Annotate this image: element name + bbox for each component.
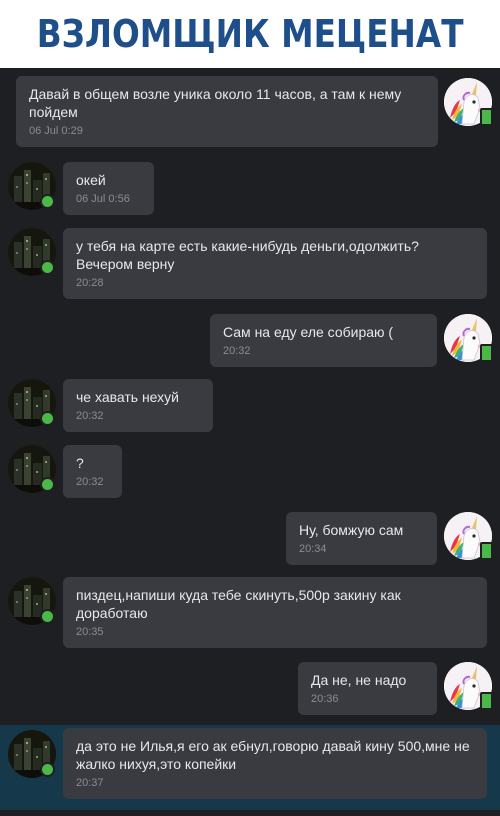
message-timestamp: 20:35 bbox=[76, 626, 104, 638]
mobile-online-icon bbox=[480, 692, 493, 710]
message-bubble[interactable]: че хавать нехуй 20:32 bbox=[63, 379, 213, 432]
message-text: Сам на еду еле собираю ( bbox=[223, 324, 394, 340]
online-status-dot-icon bbox=[40, 194, 55, 209]
message-text: да это не Илья,я его ак ебнул,говорю дав… bbox=[76, 738, 470, 772]
message-text: пиздец,напиши куда тебе скинуть,500р зак… bbox=[76, 587, 401, 621]
chat-area[interactable]: Давай в общем возле уника около 11 часов… bbox=[0, 68, 500, 816]
message-bubble[interactable]: Ну, бомжую сам 20:34 bbox=[286, 512, 437, 565]
message-text: Да не, не надо bbox=[311, 672, 407, 688]
dark-city-avatar[interactable] bbox=[8, 730, 56, 778]
dark-city-avatar[interactable] bbox=[8, 445, 56, 493]
message-timestamp: 20:36 bbox=[311, 693, 339, 705]
meme-header: ВЗЛОМЩИК МЕЦЕНАТ bbox=[0, 0, 500, 68]
mobile-online-icon bbox=[480, 542, 493, 560]
message-timestamp: 06 Jul 0:56 bbox=[76, 193, 130, 205]
mobile-online-icon bbox=[480, 344, 493, 362]
message-timestamp: 06 Jul 0:29 bbox=[29, 125, 83, 137]
message-bubble[interactable]: ? 20:32 bbox=[63, 445, 122, 498]
online-status-dot-icon bbox=[40, 477, 55, 492]
dark-city-avatar[interactable] bbox=[8, 228, 56, 276]
message-text: ? bbox=[76, 455, 84, 471]
chat-bottom-edge bbox=[0, 810, 500, 816]
message-timestamp: 20:32 bbox=[223, 345, 251, 357]
meme-title: ВЗЛОМЩИК МЕЦЕНАТ bbox=[36, 12, 464, 56]
dark-city-avatar[interactable] bbox=[8, 379, 56, 427]
message-bubble[interactable]: Давай в общем возле уника около 11 часов… bbox=[16, 76, 438, 147]
message-timestamp: 20:34 bbox=[299, 543, 327, 555]
online-status-dot-icon bbox=[40, 609, 55, 624]
message-text: Ну, бомжую сам bbox=[299, 522, 404, 538]
message-text: окей bbox=[76, 172, 106, 188]
message-bubble[interactable]: да это не Илья,я его ак ебнул,говорю дав… bbox=[63, 728, 487, 799]
online-status-dot-icon bbox=[40, 762, 55, 777]
message-bubble[interactable]: Да не, не надо 20:36 bbox=[298, 662, 437, 715]
message-text: у тебя на карте есть какие-нибудь деньги… bbox=[76, 238, 419, 272]
unicorn-avatar[interactable] bbox=[444, 78, 493, 126]
message-text: че хавать нехуй bbox=[76, 389, 179, 405]
message-timestamp: 20:32 bbox=[76, 410, 104, 422]
message-timestamp: 20:32 bbox=[76, 476, 104, 488]
message-timestamp: 20:37 bbox=[76, 777, 104, 789]
mobile-online-icon bbox=[480, 108, 493, 126]
dark-city-avatar[interactable] bbox=[8, 577, 56, 625]
online-status-dot-icon bbox=[40, 260, 55, 275]
dark-city-avatar[interactable] bbox=[8, 162, 56, 210]
message-bubble[interactable]: у тебя на карте есть какие-нибудь деньги… bbox=[63, 228, 487, 299]
message-bubble[interactable]: пиздец,напиши куда тебе скинуть,500р зак… bbox=[63, 577, 487, 648]
message-bubble[interactable]: Сам на еду еле собираю ( 20:32 bbox=[210, 314, 437, 367]
unicorn-avatar[interactable] bbox=[444, 662, 493, 710]
message-text: Давай в общем возле уника около 11 часов… bbox=[29, 86, 402, 120]
online-status-dot-icon bbox=[40, 411, 55, 426]
message-timestamp: 20:28 bbox=[76, 277, 104, 289]
unicorn-avatar[interactable] bbox=[444, 512, 493, 560]
message-bubble[interactable]: окей 06 Jul 0:56 bbox=[63, 162, 154, 215]
unicorn-avatar[interactable] bbox=[444, 314, 493, 362]
